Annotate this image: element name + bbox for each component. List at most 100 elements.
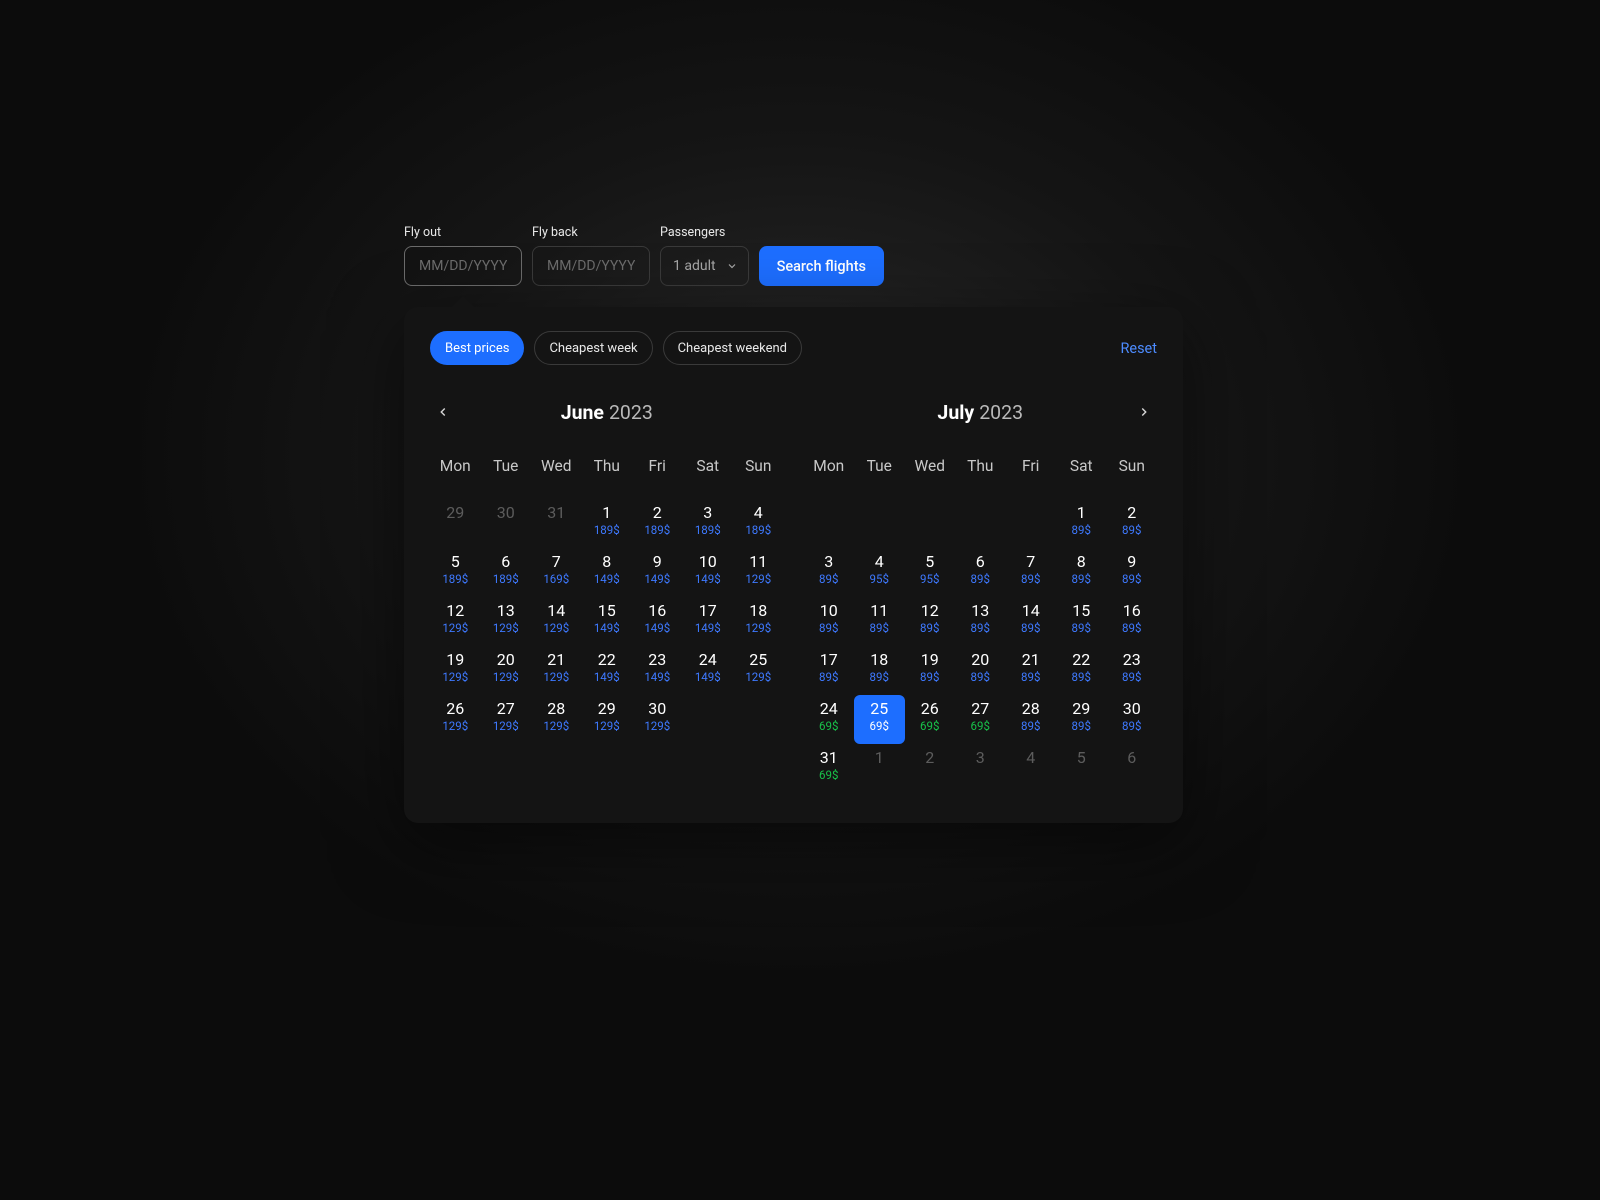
- calendar-day-price: 95$: [870, 572, 889, 586]
- calendar-day[interactable]: 389$: [804, 548, 855, 597]
- calendar-day[interactable]: 24149$: [683, 646, 734, 695]
- search-flights-button[interactable]: Search flights: [759, 246, 884, 286]
- calendar-day[interactable]: 689$: [955, 548, 1006, 597]
- calendar-day[interactable]: 1589$: [1056, 597, 1107, 646]
- calendar-day[interactable]: 17149$: [683, 597, 734, 646]
- calendar-day[interactable]: 12129$: [430, 597, 481, 646]
- calendar-day-price: 89$: [1021, 719, 1040, 733]
- calendar-day[interactable]: 2189$: [1006, 646, 1057, 695]
- calendar-day-number: 6: [1127, 748, 1136, 768]
- calendar-day[interactable]: 20129$: [481, 646, 532, 695]
- calendar-day[interactable]: 2189$: [632, 499, 683, 548]
- calendar-day[interactable]: 1289$: [905, 597, 956, 646]
- passengers-select[interactable]: 1 adult: [660, 246, 749, 286]
- calendar-day[interactable]: 889$: [1056, 548, 1107, 597]
- calendar-day[interactable]: 1389$: [955, 597, 1006, 646]
- chip-cheapest-weekend[interactable]: Cheapest weekend: [663, 331, 802, 365]
- fly-back-input[interactable]: [545, 257, 637, 275]
- calendar-day-number: 10: [820, 601, 838, 621]
- calendar-day[interactable]: 6189$: [481, 548, 532, 597]
- calendar-day[interactable]: 9149$: [632, 548, 683, 597]
- calendar-day-number: 3: [703, 503, 712, 523]
- calendar-day[interactable]: 18129$: [733, 597, 784, 646]
- calendar-day[interactable]: 1789$: [804, 646, 855, 695]
- calendar-day[interactable]: 1189$: [854, 597, 905, 646]
- calendar-day-number: 17: [820, 650, 838, 670]
- chip-cheapest-week[interactable]: Cheapest week: [534, 331, 652, 365]
- calendar-day-price: 149$: [695, 670, 721, 684]
- calendar-day[interactable]: 1489$: [1006, 597, 1057, 646]
- chip-best-prices[interactable]: Best prices: [430, 331, 524, 365]
- calendar-day[interactable]: 7169$: [531, 548, 582, 597]
- calendar-day-number: 2: [1127, 503, 1136, 523]
- calendar-day[interactable]: 16149$: [632, 597, 683, 646]
- calendar-day[interactable]: 2389$: [1107, 646, 1158, 695]
- calendar-day[interactable]: 1189$: [582, 499, 633, 548]
- calendar-day[interactable]: 3089$: [1107, 695, 1158, 744]
- calendar-day[interactable]: 2289$: [1056, 646, 1107, 695]
- calendar-day[interactable]: 10149$: [683, 548, 734, 597]
- calendar-day[interactable]: 989$: [1107, 548, 1158, 597]
- calendar-day-other-month: 3: [955, 744, 1006, 793]
- calendar-day-price: 95$: [920, 572, 939, 586]
- calendar-day-price: 189$: [442, 572, 468, 586]
- calendar-day[interactable]: 11129$: [733, 548, 784, 597]
- calendar-day[interactable]: 29129$: [582, 695, 633, 744]
- next-month-button[interactable]: [1131, 399, 1157, 425]
- calendar-day[interactable]: 1689$: [1107, 597, 1158, 646]
- calendar-day[interactable]: 4189$: [733, 499, 784, 548]
- calendar-day-number: 31: [820, 748, 838, 768]
- calendar-day[interactable]: 5189$: [430, 548, 481, 597]
- prev-month-button[interactable]: [430, 399, 456, 425]
- calendar-day[interactable]: 495$: [854, 548, 905, 597]
- calendar-day-price: 189$: [695, 523, 721, 537]
- calendar-months: June2023 MonTueWedThuFriSatSun2930311189…: [430, 397, 1157, 793]
- calendar-day-price: 189$: [493, 572, 519, 586]
- calendar-day[interactable]: 595$: [905, 548, 956, 597]
- calendar-day-number: 5: [925, 552, 934, 572]
- calendar-day[interactable]: 30129$: [632, 695, 683, 744]
- calendar-day[interactable]: 2669$: [905, 695, 956, 744]
- calendar-day[interactable]: 2889$: [1006, 695, 1057, 744]
- calendar-day[interactable]: 1989$: [905, 646, 956, 695]
- calendar-day[interactable]: 15149$: [582, 597, 633, 646]
- calendar-day[interactable]: 22149$: [582, 646, 633, 695]
- calendar-day[interactable]: 13129$: [481, 597, 532, 646]
- calendar-day[interactable]: 2769$: [955, 695, 1006, 744]
- calendar-day-number: 3: [824, 552, 833, 572]
- calendar-day-price: 129$: [745, 621, 771, 635]
- calendar-day-other-month: 4: [1006, 744, 1057, 793]
- calendar-day-number: 4: [875, 552, 884, 572]
- calendar-day-number: 26: [446, 699, 464, 719]
- calendar-day[interactable]: 19129$: [430, 646, 481, 695]
- calendar-day[interactable]: 2469$: [804, 695, 855, 744]
- calendar-day[interactable]: 3169$: [804, 744, 855, 793]
- calendar-day-price: 89$: [1021, 621, 1040, 635]
- calendar-day[interactable]: 3189$: [683, 499, 734, 548]
- calendar-day[interactable]: 14129$: [531, 597, 582, 646]
- calendar-day[interactable]: 21129$: [531, 646, 582, 695]
- calendar-day[interactable]: 25129$: [733, 646, 784, 695]
- calendar-day[interactable]: 289$: [1107, 499, 1158, 548]
- calendar-day[interactable]: 23149$: [632, 646, 683, 695]
- calendar-day-number: 18: [870, 650, 888, 670]
- fly-back-input-wrapper[interactable]: [532, 246, 650, 286]
- fly-out-input-wrapper[interactable]: [404, 246, 522, 286]
- calendar-day[interactable]: 2569$: [854, 695, 905, 744]
- calendar-day-number: 4: [754, 503, 763, 523]
- calendar-day[interactable]: 26129$: [430, 695, 481, 744]
- calendar-day[interactable]: 1089$: [804, 597, 855, 646]
- calendar-day[interactable]: 28129$: [531, 695, 582, 744]
- calendar-day-number: 17: [699, 601, 717, 621]
- calendar-day[interactable]: 789$: [1006, 548, 1057, 597]
- calendar-day[interactable]: 189$: [1056, 499, 1107, 548]
- calendar-day[interactable]: 27129$: [481, 695, 532, 744]
- calendar-day[interactable]: 8149$: [582, 548, 633, 597]
- calendar-day[interactable]: 2989$: [1056, 695, 1107, 744]
- calendar-day[interactable]: 1889$: [854, 646, 905, 695]
- calendar-day[interactable]: 2089$: [955, 646, 1006, 695]
- calendar-day-number: 24: [699, 650, 717, 670]
- month-left-name: June: [561, 401, 604, 424]
- reset-link[interactable]: Reset: [1120, 340, 1157, 357]
- fly-out-input[interactable]: [417, 257, 509, 275]
